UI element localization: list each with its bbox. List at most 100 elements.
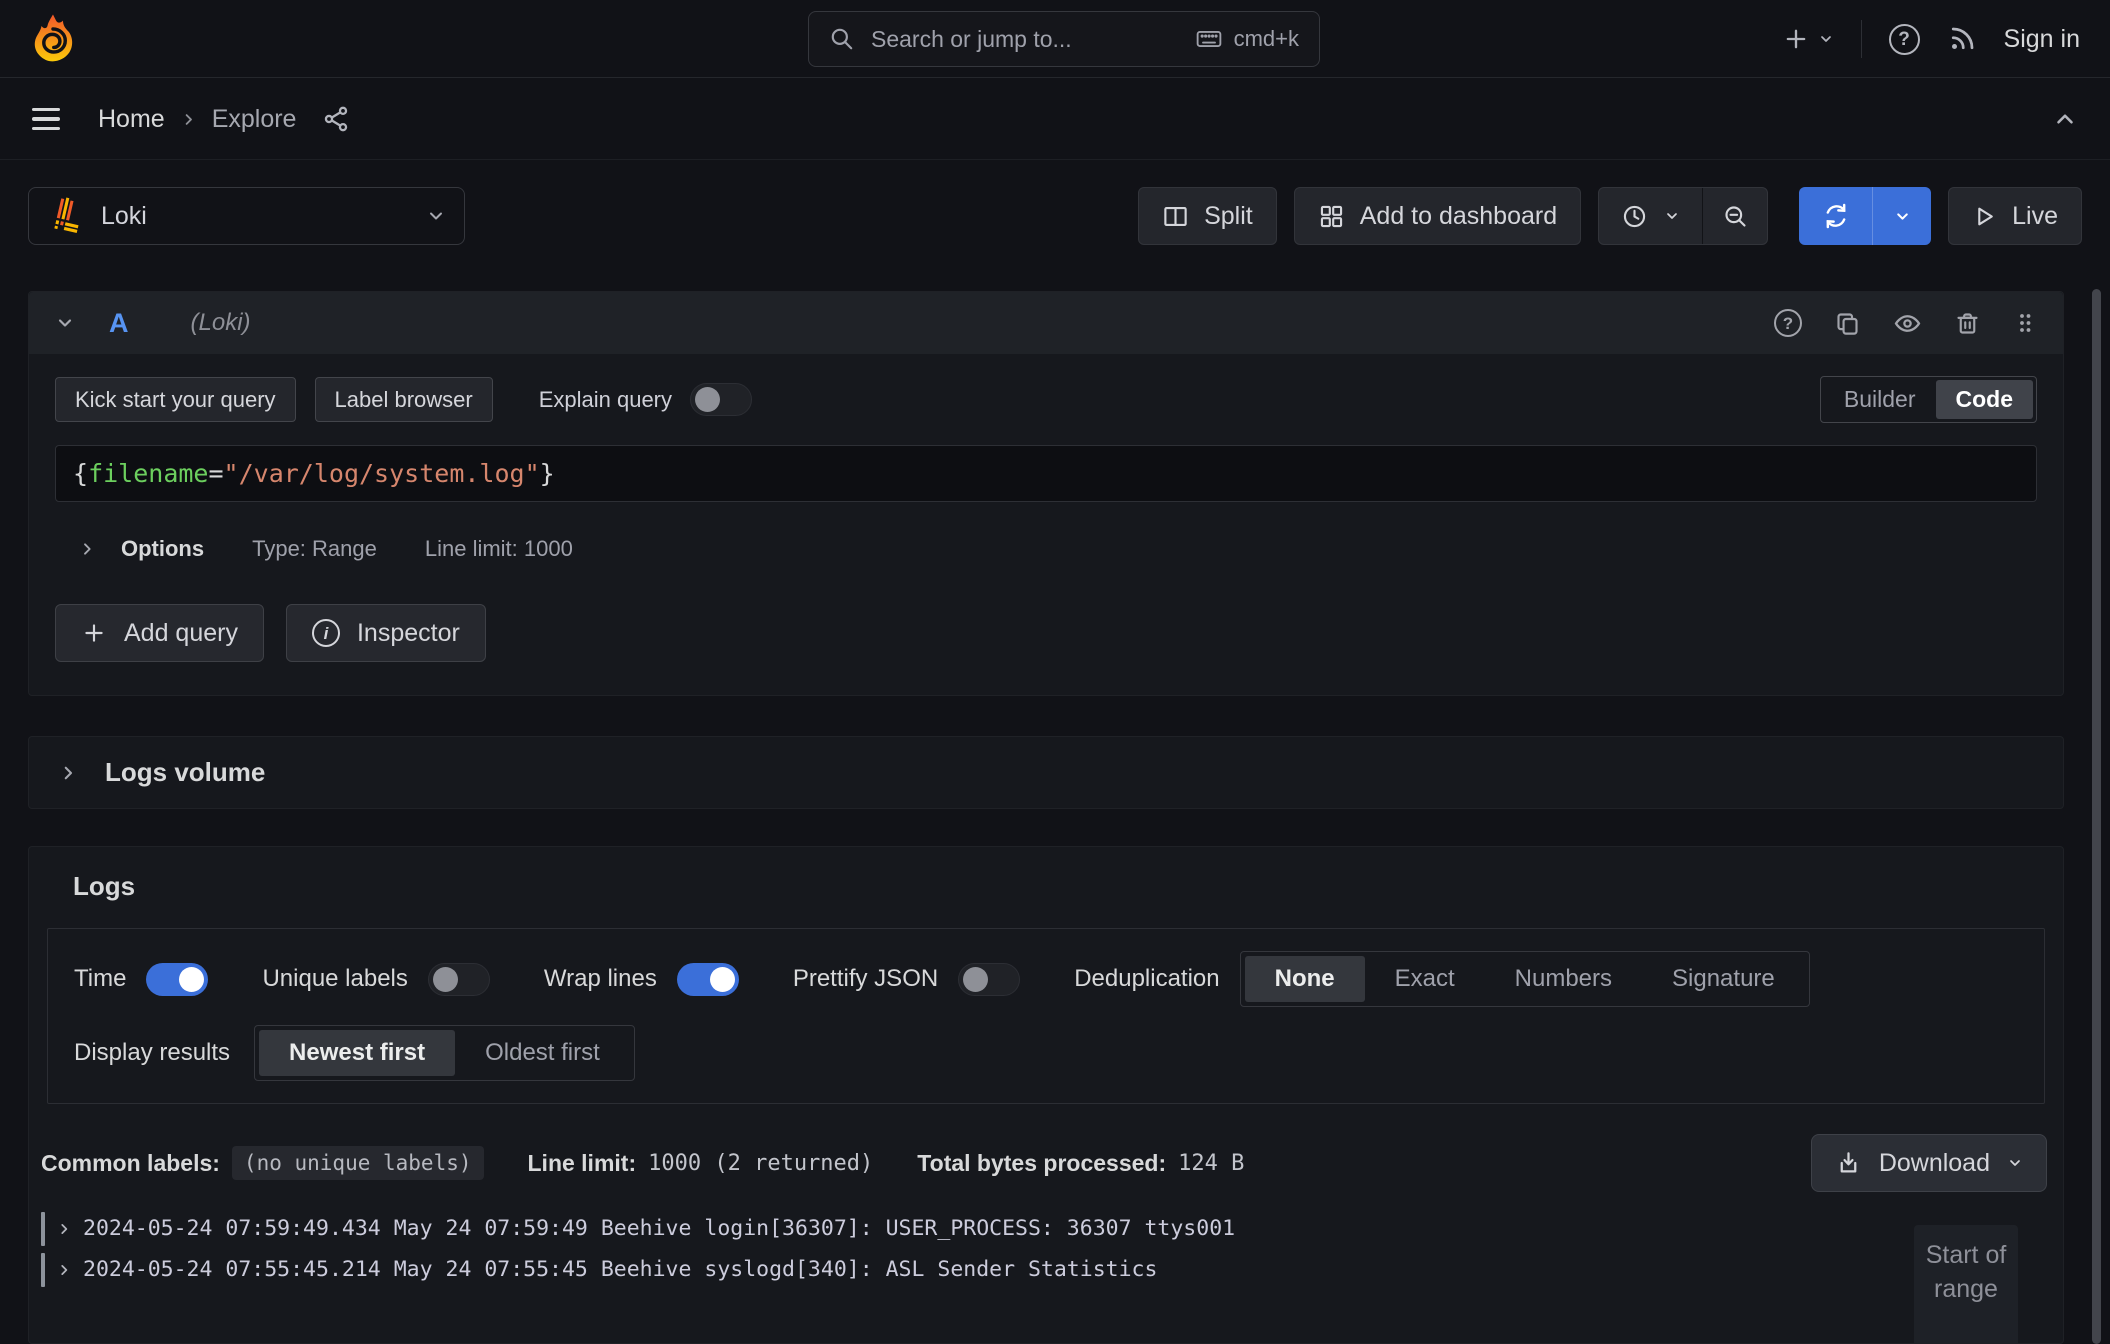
query-close-brace: } (540, 459, 555, 488)
expand-log-row-icon[interactable] (57, 1263, 71, 1277)
inspector-button[interactable]: i Inspector (286, 604, 486, 662)
grafana-logo[interactable] (30, 13, 76, 65)
wrap-lines-toggle[interactable] (677, 963, 739, 996)
chevron-up-icon[interactable] (2052, 106, 2078, 132)
options-label: Options (121, 536, 204, 562)
zoom-out-time-button[interactable] (1703, 188, 1767, 244)
top-nav-bar: cmd+k ? Sign in (0, 0, 2110, 78)
common-labels-label: Common labels: (41, 1150, 220, 1177)
add-query-label: Add query (124, 619, 238, 648)
collapse-query-chevron-icon[interactable] (55, 313, 75, 333)
query-options-row[interactable]: Options Type: Range Line limit: 1000 (55, 522, 2037, 576)
search-shortcut-label: cmd+k (1234, 26, 1299, 52)
logs-volume-title: Logs volume (105, 757, 265, 788)
logs-volume-section[interactable]: Logs volume (28, 736, 2064, 809)
explore-toolbar: Loki Split Add to dashboard (28, 187, 2082, 245)
log-timestamp: 2024-05-24 07:55:45.214 (83, 1257, 381, 1282)
dedup-option-none[interactable]: None (1245, 956, 1365, 1002)
logs-controls-row-2: Display results Newest first Oldest firs… (74, 1025, 2018, 1081)
prettify-json-toggle-label: Prettify JSON (793, 965, 938, 993)
duplicate-query-icon[interactable] (1834, 310, 1861, 337)
add-to-dashboard-label: Add to dashboard (1360, 202, 1557, 231)
remove-query-trash-icon[interactable] (1954, 310, 1981, 337)
live-label: Live (2012, 202, 2058, 231)
explain-query-toggle[interactable] (690, 383, 752, 416)
datasource-picker[interactable]: Loki (28, 187, 465, 245)
chevron-down-icon (2007, 1155, 2023, 1171)
log-row[interactable]: 2024-05-24 07:59:49.434 May 24 07:59:49 … (41, 1208, 2063, 1249)
plus-icon (1782, 25, 1810, 53)
menu-toggle-icon[interactable] (32, 108, 60, 131)
refresh-interval-dropdown[interactable] (1873, 187, 1931, 245)
logs-controls: Time Unique labels Wrap lines Prettify J… (47, 928, 2045, 1104)
query-help-icon[interactable]: ? (1774, 309, 1802, 337)
refresh-sync-icon (1822, 202, 1850, 230)
time-picker-button[interactable] (1599, 188, 1703, 244)
dedup-option-numbers[interactable]: Numbers (1485, 956, 1642, 1002)
apps-grid-icon (1318, 203, 1345, 230)
news-rss-icon[interactable] (1947, 24, 1977, 54)
builder-tab[interactable]: Builder (1824, 380, 1936, 419)
run-query-button[interactable] (1799, 187, 1873, 245)
live-button[interactable]: Live (1948, 187, 2082, 245)
deduplication-options: None Exact Numbers Signature (1240, 951, 1810, 1007)
download-icon (1835, 1150, 1862, 1177)
keyboard-icon (1194, 26, 1224, 52)
search-input[interactable] (869, 25, 1180, 54)
split-icon (1162, 203, 1189, 230)
inspector-label: Inspector (357, 619, 460, 648)
global-search[interactable]: cmd+k (808, 11, 1320, 67)
builder-code-switch: Builder Code (1820, 376, 2037, 423)
order-option-newest[interactable]: Newest first (259, 1030, 455, 1076)
unique-labels-toggle[interactable] (428, 963, 490, 996)
sign-in-button[interactable]: Sign in (2004, 25, 2080, 54)
query-editor-body: Kick start your query Label browser Expl… (29, 354, 2063, 662)
dedup-option-signature[interactable]: Signature (1642, 956, 1805, 1002)
play-icon (1972, 204, 1997, 229)
prettify-json-toggle[interactable] (958, 963, 1020, 996)
display-results-label: Display results (74, 1039, 230, 1067)
loki-logo (47, 197, 85, 235)
new-menu-button[interactable] (1782, 25, 1834, 53)
log-level-bar (41, 1253, 45, 1287)
download-button[interactable]: Download (1811, 1134, 2047, 1192)
query-open-brace: { (73, 459, 88, 488)
drag-handle-icon[interactable] (2013, 310, 2037, 336)
label-browser-button[interactable]: Label browser (315, 377, 493, 422)
chevron-down-icon (1894, 208, 1911, 225)
query-row-header: A (Loki) ? (29, 292, 2063, 354)
query-ref-id[interactable]: A (109, 308, 129, 339)
share-icon[interactable] (322, 105, 350, 133)
order-option-oldest[interactable]: Oldest first (455, 1030, 630, 1076)
page-scrollbar[interactable] (2092, 289, 2101, 1344)
deduplication-label: Deduplication (1074, 965, 1219, 993)
query-editor-panel: A (Loki) ? (28, 291, 2064, 696)
logql-query-field[interactable]: {filename="/var/log/system.log"} (55, 445, 2037, 502)
help-icon[interactable]: ? (1889, 24, 1920, 55)
expand-log-row-icon[interactable] (57, 1222, 71, 1236)
query-operator: = (208, 459, 223, 488)
time-toggle[interactable] (146, 963, 208, 996)
log-row[interactable]: 2024-05-24 07:55:45.214 May 24 07:55:45 … (41, 1249, 2063, 1290)
breadcrumb-bar: Home Explore (0, 79, 2110, 160)
kick-start-query-button[interactable]: Kick start your query (55, 377, 296, 422)
chevron-down-icon (1818, 31, 1834, 47)
chevron-right-icon (79, 541, 95, 557)
query-row-actions: ? (1774, 309, 2037, 338)
options-type: Type: Range (252, 536, 377, 562)
add-query-button[interactable]: Add query (55, 604, 264, 662)
breadcrumb-explore: Explore (212, 105, 297, 134)
code-tab[interactable]: Code (1936, 380, 2034, 419)
split-button[interactable]: Split (1138, 187, 1277, 245)
hide-query-eye-icon[interactable] (1893, 309, 1922, 338)
breadcrumb-home[interactable]: Home (98, 105, 165, 134)
chevron-down-icon (1664, 208, 1680, 224)
breadcrumb-separator-icon (181, 112, 196, 127)
info-icon: i (312, 619, 340, 647)
add-to-dashboard-button[interactable]: Add to dashboard (1294, 187, 1581, 245)
query-editor-controls: Kick start your query Label browser Expl… (55, 376, 2037, 423)
download-label: Download (1879, 1149, 1990, 1178)
logs-panel: Logs Time Unique labels Wrap lines Prett… (28, 846, 2064, 1344)
dedup-option-exact[interactable]: Exact (1365, 956, 1485, 1002)
query-label-name: filename (88, 459, 208, 488)
